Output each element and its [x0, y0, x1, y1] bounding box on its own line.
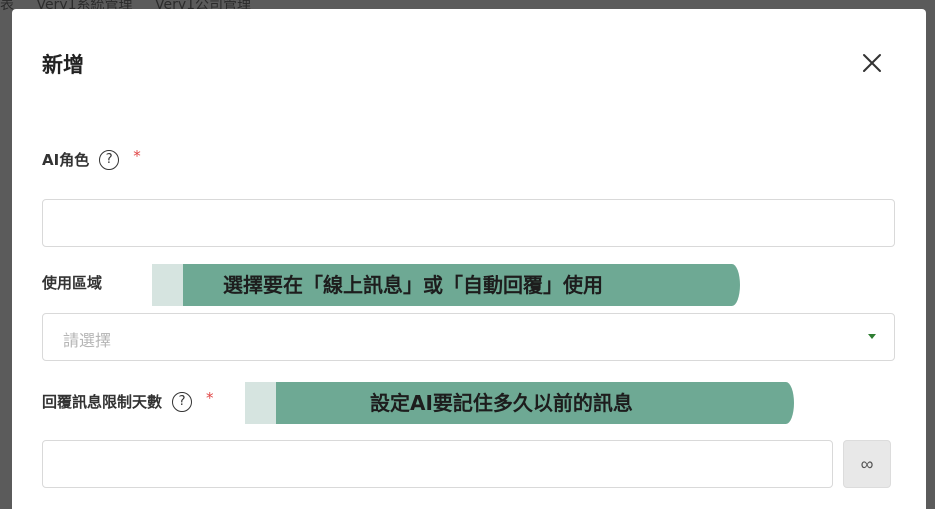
caret-down-icon [868, 334, 876, 339]
infinity-icon: ∞ [860, 453, 874, 474]
reply-limit-label: 回覆訊息限制天數 [42, 393, 163, 411]
required-mark: * [206, 388, 214, 407]
unlimited-button[interactable]: ∞ [843, 440, 891, 488]
help-icon[interactable]: ? [99, 149, 120, 170]
reply-limit-label-row: 回覆訊息限制天數 ? * [42, 388, 214, 412]
ai-role-label: AI角色 [42, 151, 90, 169]
annotation-text: 設定AI要記住多久以前的訊息 [276, 382, 794, 424]
ai-role-input[interactable] [42, 199, 895, 247]
select-placeholder: 請選擇 [63, 331, 112, 350]
usage-area-annotation: 選擇要在「線上訊息」或「自動回覆」使用 [152, 264, 740, 306]
dialog-title: 新增 [42, 53, 84, 77]
reply-limit-annotation: 設定AI要記住多久以前的訊息 [245, 382, 794, 424]
annotation-tab [245, 382, 276, 424]
close-button[interactable] [858, 49, 886, 77]
annotation-tab [152, 264, 183, 306]
add-dialog: 新增 AI角色 ? * 使用區域 選擇要在「線上訊息」或「自動回覆」使用 請選擇… [12, 9, 926, 509]
annotation-text: 選擇要在「線上訊息」或「自動回覆」使用 [183, 264, 740, 306]
usage-area-label: 使用區域 [42, 274, 103, 292]
required-mark: * [133, 146, 141, 165]
help-icon[interactable]: ? [172, 391, 193, 412]
reply-limit-days-input[interactable] [42, 440, 833, 488]
usage-area-label-row: 使用區域 [42, 272, 102, 293]
close-icon [863, 54, 881, 72]
ai-role-label-row: AI角色 ? * [42, 146, 141, 170]
usage-area-select[interactable]: 請選擇 [42, 313, 895, 361]
